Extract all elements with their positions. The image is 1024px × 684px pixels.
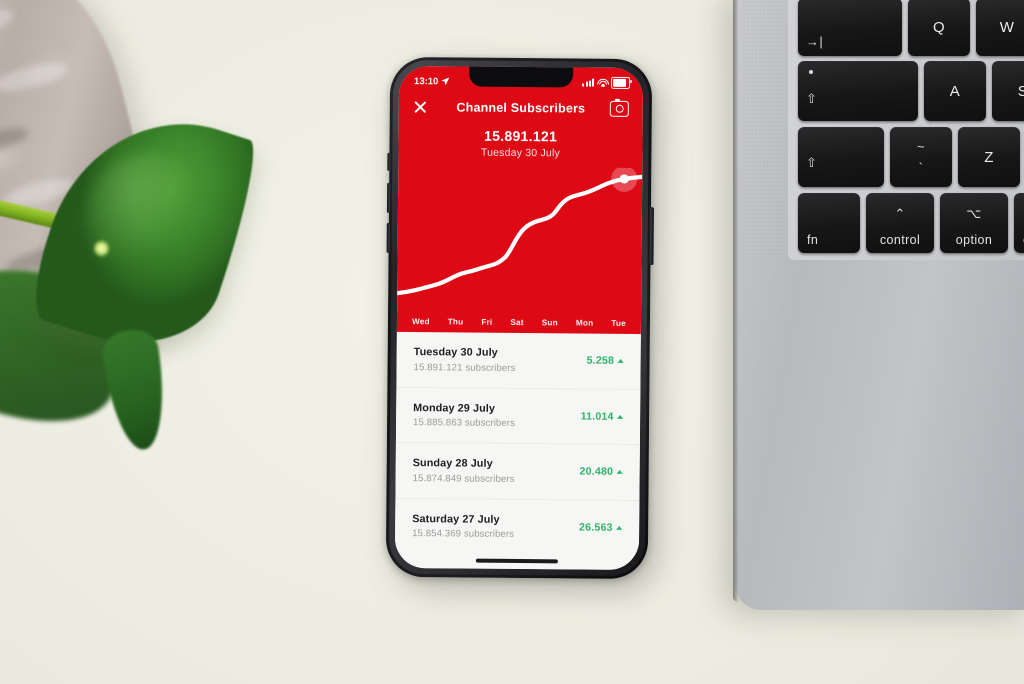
- key-command[interactable]: c: [1014, 193, 1024, 253]
- row-subscribers: 15.891.121 subscribers: [413, 361, 516, 374]
- arrow-up-icon: [616, 470, 623, 475]
- row-delta-group: 11.014: [580, 410, 624, 423]
- key-s-label: S: [1017, 82, 1024, 100]
- key-tab[interactable]: →|: [798, 0, 902, 56]
- camera-icon[interactable]: [609, 101, 629, 117]
- key-fn-label: fn: [807, 233, 819, 247]
- scene-photograph: →| Q W ⇧ A S ⇧ ~ ` Z fn ⌃ control ⌥ opti…: [0, 0, 1024, 684]
- phone-screen: 13:10 Channel Subscribers 15.891.121 Tue…: [394, 65, 644, 571]
- key-tilde-upper-label: ~: [917, 139, 925, 154]
- plant-leaf-highlight: [94, 240, 109, 257]
- subscribers-line-chart[interactable]: Wed Thu Fri Sat Sun Mon Tue: [397, 165, 643, 334]
- location-arrow-icon: [441, 77, 449, 85]
- smartphone: 13:10 Channel Subscribers 15.891.121 Tue…: [385, 56, 654, 580]
- axis-label-thu: Thu: [447, 317, 464, 327]
- row-date: Monday 29 July: [413, 401, 496, 415]
- axis-label-mon: Mon: [575, 318, 594, 328]
- arrow-up-icon: [617, 414, 624, 419]
- phone-volume-down-button[interactable]: [386, 222, 390, 253]
- row-text-group: Monday 29 July 15.885.863 subscribers: [413, 402, 515, 429]
- option-alt-icon: ⌥: [966, 206, 982, 221]
- speaker-grille: [742, 0, 784, 258]
- row-delta-group: 26.563: [579, 521, 623, 534]
- battery-icon: [611, 77, 631, 89]
- row-subscribers: 15.874.849 subscribers: [412, 472, 515, 485]
- row-date: Saturday 27 July: [412, 512, 500, 526]
- status-bar-left: 13:10: [414, 76, 449, 87]
- row-subscribers: 15.885.863 subscribers: [413, 417, 516, 429]
- key-fn[interactable]: fn: [798, 193, 860, 253]
- tab-arrow-icon: →|: [806, 34, 824, 49]
- row-text-group: Tuesday 30 July 15.891.121 subscribers: [414, 346, 516, 373]
- table-row[interactable]: Saturday 27 July 15.854.369 subscribers …: [394, 498, 640, 556]
- row-text-group: Saturday 27 July 15.854.369 subscribers: [412, 513, 514, 540]
- row-delta-group: 20.480: [579, 465, 623, 479]
- row-delta-value: 26.563: [579, 521, 613, 534]
- key-a[interactable]: A: [924, 61, 986, 121]
- row-date: Sunday 28 July: [412, 457, 493, 470]
- key-q[interactable]: Q: [908, 0, 970, 56]
- key-option[interactable]: ⌥ option: [940, 193, 1008, 253]
- summary-subscriber-count: 15.891.121: [483, 127, 558, 145]
- row-subscribers: 15.854.369 subscribers: [412, 528, 515, 540]
- key-option-label: option: [955, 233, 993, 247]
- control-caret-icon: ⌃: [894, 206, 906, 221]
- axis-label-sun: Sun: [541, 318, 558, 328]
- row-delta-value: 11.014: [580, 410, 614, 423]
- cellular-signal-icon: [582, 78, 595, 87]
- key-z-label: Z: [984, 148, 994, 166]
- status-bar-time: 13:10: [414, 75, 439, 87]
- key-tilde-lower-label: `: [918, 160, 924, 175]
- phone-mute-switch[interactable]: [386, 152, 391, 171]
- chart-marker-dot: [619, 174, 629, 184]
- page-title: Channel Subscribers: [456, 100, 586, 116]
- laptop-edge: [733, 0, 738, 602]
- status-bar: 13:10: [399, 66, 643, 94]
- row-text-group: Sunday 28 July 15.874.849 subscribers: [413, 457, 515, 484]
- key-w[interactable]: W: [976, 0, 1024, 56]
- key-a-label: A: [949, 82, 961, 100]
- summary-block: 15.891.121 Tuesday 30 July: [398, 122, 642, 160]
- key-shift[interactable]: ⇧: [798, 127, 884, 187]
- status-bar-right: [582, 77, 631, 89]
- laptop-keyboard: →| Q W ⇧ A S ⇧ ~ ` Z fn ⌃ control ⌥ opti…: [788, 0, 1024, 260]
- chart-line-path: [397, 174, 643, 296]
- row-delta-value: 20.480: [579, 465, 614, 479]
- table-row[interactable]: Monday 29 July 15.885.863 subscribers 11…: [395, 387, 641, 446]
- chart-panel: 13:10 Channel Subscribers 15.891.121 Tue…: [396, 65, 644, 335]
- row-delta-value: 5.258: [586, 354, 615, 368]
- axis-label-sat: Sat: [510, 317, 524, 328]
- table-row[interactable]: Sunday 28 July 15.874.849 subscribers 20…: [395, 442, 640, 501]
- home-indicator[interactable]: [475, 559, 558, 564]
- key-caps-lock[interactable]: ⇧: [798, 61, 918, 121]
- chart-x-axis-labels: Wed Thu Fri Sat Sun Mon Tue: [397, 317, 641, 328]
- daily-stats-list[interactable]: Tuesday 30 July 15.891.121 subscribers 5…: [394, 331, 641, 571]
- phone-volume-up-button[interactable]: [386, 182, 391, 213]
- row-date: Tuesday 30 July: [413, 346, 498, 359]
- key-w-label: W: [999, 18, 1015, 36]
- wifi-icon: [596, 78, 609, 87]
- phone-side-button[interactable]: [649, 207, 654, 266]
- key-control-label: control: [879, 233, 921, 247]
- key-control[interactable]: ⌃ control: [866, 193, 934, 253]
- key-z[interactable]: Z: [958, 127, 1020, 187]
- table-row[interactable]: Tuesday 30 July 15.891.121 subscribers 5…: [396, 331, 641, 390]
- key-s[interactable]: S: [992, 61, 1024, 121]
- summary-date: Tuesday 30 July: [480, 146, 561, 160]
- row-delta-group: 5.258: [587, 355, 624, 367]
- arrow-up-icon: [617, 359, 624, 364]
- arrow-up-icon: [616, 525, 623, 530]
- key-q-label: Q: [932, 18, 946, 36]
- axis-label-wed: Wed: [411, 317, 430, 327]
- app-header: Channel Subscribers: [399, 92, 643, 124]
- axis-label-tue: Tue: [611, 318, 626, 328]
- caps-lock-indicator-icon: [809, 70, 813, 74]
- chart-svg: [397, 165, 643, 296]
- shift-arrow-icon: ⇧: [806, 155, 818, 170]
- axis-label-fri: Fri: [481, 317, 493, 327]
- caps-lock-arrow-icon: ⇧: [806, 91, 818, 106]
- key-tilde[interactable]: ~ `: [890, 127, 952, 187]
- close-x-icon[interactable]: [413, 100, 428, 115]
